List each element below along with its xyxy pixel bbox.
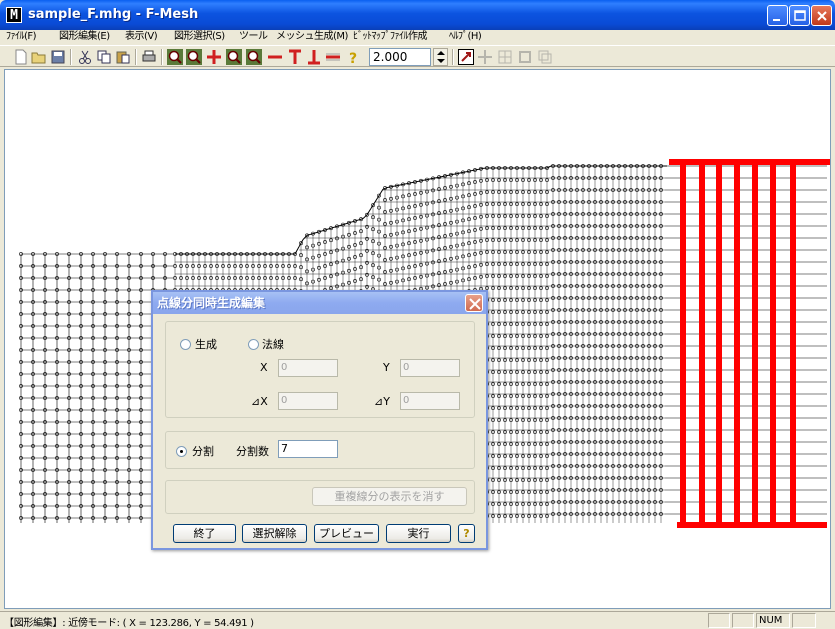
vertical-up-icon[interactable] bbox=[287, 49, 303, 65]
toolbar-separator bbox=[70, 49, 72, 65]
radio-generate[interactable] bbox=[180, 339, 191, 350]
label-dx: ⊿X bbox=[251, 395, 268, 408]
close-icon bbox=[469, 298, 481, 310]
menu-edit-shape[interactable]: 図形編集(E) bbox=[59, 30, 110, 44]
execute-button[interactable]: 実行 bbox=[386, 524, 451, 543]
zoom-window-icon[interactable] bbox=[226, 49, 242, 65]
help-button[interactable]: ? bbox=[458, 524, 475, 543]
toolbar-separator bbox=[135, 49, 137, 65]
divide-group: 分割 分割数 7 bbox=[165, 431, 475, 469]
menu-select-shape[interactable]: 図形選択(S) bbox=[174, 30, 225, 44]
horizontal-line-icon[interactable] bbox=[267, 49, 283, 65]
menu-bar: ﾌｧｲﾙ(F) 図形編集(E) 表示(V) 図形選択(S) ツール メッシュ生成… bbox=[0, 30, 835, 44]
menu-view[interactable]: 表示(V) bbox=[125, 30, 158, 44]
open-folder-icon[interactable] bbox=[31, 49, 47, 65]
segment-generation-dialog: 点線分同時生成編集 生成 法線 X 0 Y 0 ⊿X 0 ⊿Y 0 分割 分割数… bbox=[151, 290, 488, 550]
toolbar: ? 2.000 bbox=[0, 45, 835, 67]
status-text: 【図形編集】: 近傍モード: ( X = 123.286, Y = 54.491… bbox=[4, 618, 254, 629]
close-button[interactable] bbox=[811, 5, 832, 26]
menu-file[interactable]: ﾌｧｲﾙ(F) bbox=[6, 30, 37, 44]
cut-icon[interactable] bbox=[77, 49, 93, 65]
clear-duplicates-button[interactable]: 重複線分の表示を消す bbox=[312, 487, 467, 506]
pointer-select-icon[interactable] bbox=[458, 49, 474, 65]
radio-normal[interactable] bbox=[248, 339, 259, 350]
element-icon[interactable] bbox=[517, 49, 533, 65]
label-dy: ⊿Y bbox=[374, 395, 390, 408]
spinner-down-icon[interactable] bbox=[437, 59, 445, 63]
menu-mesh-generation[interactable]: メッシュ生成(M) bbox=[276, 30, 348, 44]
spinner-up-icon[interactable] bbox=[437, 51, 445, 55]
menu-help[interactable]: ﾍﾙﾌﾟ(H) bbox=[449, 30, 482, 44]
dialog-close-button[interactable] bbox=[465, 294, 483, 312]
pan-cross-icon[interactable] bbox=[206, 49, 222, 65]
coordinate-group: 生成 法線 X 0 Y 0 ⊿X 0 ⊿Y 0 bbox=[165, 321, 475, 418]
maximize-icon bbox=[794, 10, 806, 21]
preview-button[interactable]: プレビュー bbox=[314, 524, 379, 543]
node-add-icon[interactable] bbox=[477, 49, 493, 65]
exit-button[interactable]: 終了 bbox=[173, 524, 236, 543]
radio-generate-label: 生成 bbox=[195, 338, 217, 351]
menu-bitmap-file[interactable]: ﾋﾞｯﾄﾏｯﾌﾟﾌｧｲﾙ作成 bbox=[353, 30, 428, 44]
save-icon[interactable] bbox=[50, 49, 66, 65]
zoom-spinner[interactable] bbox=[433, 48, 448, 66]
status-panel-empty bbox=[708, 613, 730, 628]
minimize-icon bbox=[773, 19, 780, 21]
node-move-icon[interactable] bbox=[497, 49, 513, 65]
status-panel-empty bbox=[732, 613, 754, 628]
radio-divide-label: 分割 bbox=[192, 445, 214, 458]
status-num: NUM bbox=[756, 613, 790, 628]
radio-normal-label: 法線 bbox=[262, 338, 284, 351]
element-copy-icon[interactable] bbox=[537, 49, 553, 65]
dy-field[interactable]: 0 bbox=[400, 392, 460, 410]
toolbar-separator bbox=[161, 49, 163, 65]
vertical-down-icon[interactable] bbox=[306, 49, 322, 65]
divisions-field[interactable]: 7 bbox=[278, 440, 338, 458]
new-file-icon[interactable] bbox=[13, 49, 29, 65]
close-icon bbox=[817, 11, 827, 21]
title-bar: M sample_F.mhg - F-Mesh bbox=[0, 0, 835, 30]
maximize-button[interactable] bbox=[789, 5, 810, 26]
status-bar: 【図形編集】: 近傍モード: ( X = 123.286, Y = 54.491… bbox=[0, 611, 835, 629]
zoom-in-icon[interactable] bbox=[167, 49, 183, 65]
toolbar-separator bbox=[452, 49, 454, 65]
x-field[interactable]: 0 bbox=[278, 359, 338, 377]
zoom-level-input[interactable]: 2.000 bbox=[369, 48, 431, 66]
minimize-button[interactable] bbox=[767, 5, 788, 26]
help-query-icon[interactable]: ? bbox=[345, 49, 361, 65]
status-panel-empty bbox=[792, 613, 816, 628]
dialog-title: 点線分同時生成編集 bbox=[153, 292, 486, 314]
app-icon[interactable]: M bbox=[6, 7, 22, 23]
label-y: Y bbox=[383, 361, 390, 374]
horizontal-split-icon[interactable] bbox=[325, 49, 341, 65]
duplicate-group: 重複線分の表示を消す bbox=[165, 480, 475, 514]
y-field[interactable]: 0 bbox=[400, 359, 460, 377]
dx-field[interactable]: 0 bbox=[278, 392, 338, 410]
copy-icon[interactable] bbox=[96, 49, 112, 65]
label-x: X bbox=[260, 361, 268, 374]
window-title: sample_F.mhg - F-Mesh bbox=[28, 7, 199, 22]
menu-tools[interactable]: ツール bbox=[239, 30, 268, 44]
label-divisions: 分割数 bbox=[236, 445, 269, 458]
print-icon[interactable] bbox=[141, 49, 157, 65]
paste-icon[interactable] bbox=[115, 49, 131, 65]
deselect-button[interactable]: 選択解除 bbox=[242, 524, 307, 543]
zoom-out-icon[interactable] bbox=[186, 49, 202, 65]
svg-text:?: ? bbox=[349, 51, 357, 65]
radio-divide[interactable] bbox=[176, 446, 187, 457]
zoom-all-icon[interactable] bbox=[246, 49, 262, 65]
